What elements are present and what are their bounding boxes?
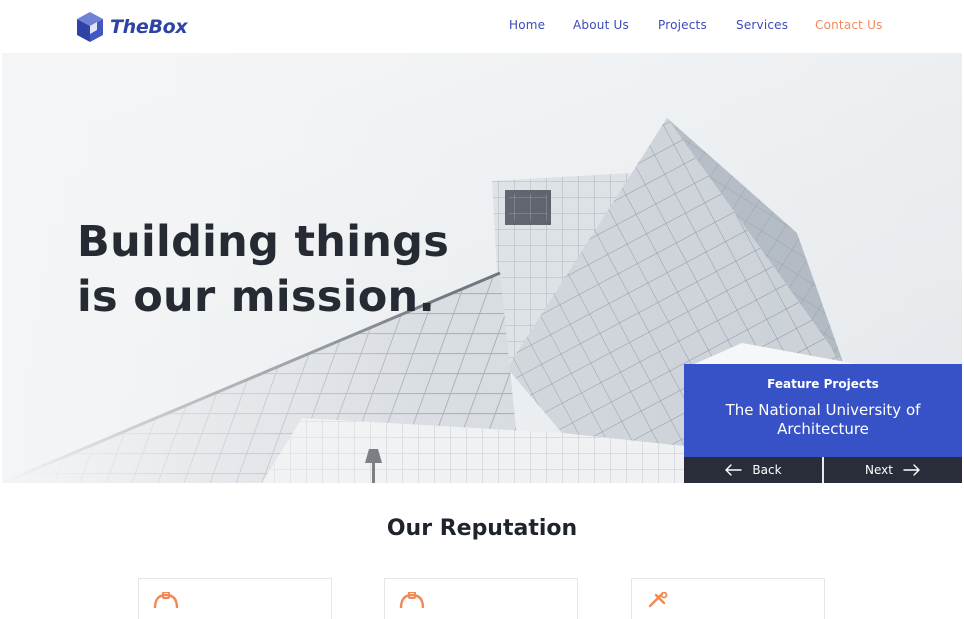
reputation-card [384,578,578,619]
back-button[interactable]: Back [684,457,822,483]
nav-contact-us[interactable]: Contact Us [815,18,883,32]
hero-title: Building things is our mission. [77,215,449,325]
helmet-icon [153,592,179,608]
feature-project-name: The National University of Architecture [725,401,921,438]
nav-services[interactable]: Services [736,18,788,32]
main-nav: Home About Us Projects Services Contact … [0,18,964,36]
site-header: TheBox Home About Us Projects Services C… [0,0,964,53]
feature-label: Feature Projects [767,377,879,391]
reputation-card [138,578,332,619]
tools-icon [648,592,668,608]
nav-home[interactable]: Home [509,18,545,32]
hero-section: Building things is our mission. Feature … [2,53,962,483]
hero-title-line-1: Building things [77,217,450,267]
back-label: Back [752,463,782,477]
next-button[interactable]: Next [824,457,962,483]
nav-about-us[interactable]: About Us [573,18,629,32]
section-title: Our Reputation [386,516,578,541]
helmet-icon [399,592,425,608]
nav-projects[interactable]: Projects [658,18,707,32]
arrow-right-icon [903,464,920,476]
hero-title-line-2: is our mission. [77,272,436,322]
arrow-left-icon [725,464,743,476]
next-label: Next [865,463,893,477]
feature-project-panel[interactable]: Feature Projects The National University… [684,364,962,457]
reputation-card [631,578,825,619]
